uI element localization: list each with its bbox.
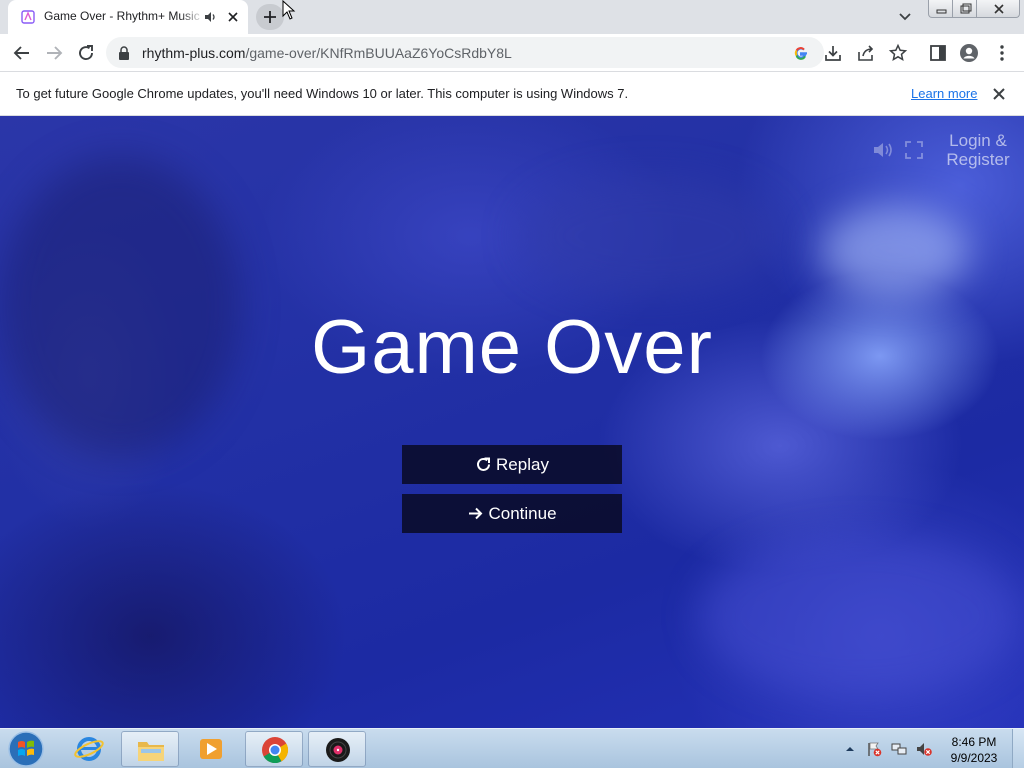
tab-close-icon[interactable] — [225, 9, 241, 25]
register-label: Register — [946, 150, 1010, 169]
side-panel-icon[interactable] — [928, 43, 948, 63]
back-arrow-icon[interactable] — [12, 43, 32, 63]
show-hidden-icons-icon[interactable] — [844, 741, 856, 757]
learn-more-link[interactable]: Learn more — [911, 86, 977, 101]
taskbar-music-player[interactable] — [308, 731, 366, 767]
tab-strip: Game Over - Rhythm+ Music Game — [0, 0, 1024, 34]
lock-icon[interactable] — [118, 46, 130, 60]
show-desktop-button[interactable] — [1012, 729, 1024, 768]
infobar-message: To get future Google Chrome updates, you… — [16, 86, 629, 101]
windows-taskbar: 8:46 PM 9/9/2023 — [0, 728, 1024, 768]
window-restore-button[interactable] — [952, 0, 977, 18]
media-player-icon — [200, 739, 222, 759]
redo-icon — [477, 457, 491, 471]
forward-arrow-icon[interactable] — [44, 43, 64, 63]
browser-toolbar: rhythm-plus.com/game-over/KNfRmBUUAaZ6Yo… — [0, 34, 1024, 71]
tab-title: Game Over - Rhythm+ Music Game — [44, 9, 204, 23]
replay-button[interactable]: Replay — [402, 445, 622, 484]
sound-toggle-icon[interactable] — [872, 140, 896, 160]
action-center-flag-icon[interactable] — [866, 741, 882, 757]
new-tab-button[interactable] — [256, 4, 284, 30]
address-bar[interactable]: rhythm-plus.com/game-over/KNfRmBUUAaZ6Yo… — [106, 37, 824, 68]
profile-avatar-icon[interactable] — [959, 43, 979, 63]
infobar-close-icon[interactable] — [991, 86, 1007, 102]
taskbar-windows-explorer[interactable] — [121, 731, 179, 767]
taskbar-media-player[interactable] — [182, 731, 240, 767]
reload-icon[interactable] — [76, 43, 96, 63]
folder-icon — [138, 742, 164, 761]
browser-tab[interactable]: Game Over - Rhythm+ Music Game — [8, 0, 248, 34]
tab-search-chevron-icon[interactable] — [896, 9, 914, 25]
share-icon[interactable] — [856, 43, 876, 63]
taskbar-internet-explorer[interactable] — [60, 731, 118, 767]
background-swirl — [520, 176, 780, 296]
url-text[interactable]: rhythm-plus.com/game-over/KNfRmBUUAaZ6Yo… — [142, 45, 512, 61]
internet-explorer-icon — [74, 737, 104, 761]
replay-label: Replay — [496, 454, 549, 474]
mouse-cursor-icon — [282, 0, 296, 20]
rhythm-plus-favicon-icon — [21, 10, 35, 24]
system-clock[interactable]: 8:46 PM 9/9/2023 — [944, 734, 1004, 766]
arrow-right-icon — [469, 507, 483, 520]
plus-icon — [264, 11, 276, 23]
window-minimize-button[interactable] — [928, 0, 953, 18]
more-menu-icon[interactable] — [992, 43, 1012, 63]
page-title: Game Over — [311, 305, 713, 390]
continue-button[interactable]: Continue — [402, 494, 622, 533]
login-register-link[interactable]: Login & Register — [940, 131, 1016, 169]
clock-date: 9/9/2023 — [950, 751, 998, 765]
background-swirl — [700, 536, 1020, 696]
background-swirl — [820, 206, 970, 296]
close-icon — [994, 4, 1004, 14]
window-close-button[interactable] — [976, 0, 1020, 18]
vinyl-record-icon — [326, 738, 350, 762]
windows-start-icon[interactable] — [4, 730, 48, 768]
continue-label: Continue — [488, 503, 557, 523]
tab-audio-playing-icon[interactable] — [204, 10, 218, 24]
bookmark-star-icon[interactable] — [888, 43, 908, 63]
update-infobar: To get future Google Chrome updates, you… — [0, 71, 1024, 116]
url-path: /game-over/KNfRmBUUAaZ6YoCsRdbY8L — [245, 45, 512, 61]
restore-icon — [960, 3, 972, 14]
fullscreen-icon[interactable] — [904, 140, 924, 160]
minimize-icon — [936, 9, 947, 14]
network-icon[interactable] — [891, 741, 907, 757]
chrome-icon — [262, 737, 289, 764]
game-over-page: Login & Register Game Over Replay Contin… — [0, 116, 1024, 728]
clock-time: 8:46 PM — [951, 735, 997, 749]
install-app-icon[interactable] — [823, 43, 843, 63]
volume-muted-icon[interactable] — [916, 741, 932, 757]
url-host: rhythm-plus.com — [142, 45, 246, 61]
taskbar-google-chrome[interactable] — [245, 731, 303, 767]
google-icon[interactable] — [792, 44, 810, 62]
login-label: Login & — [949, 131, 1007, 150]
